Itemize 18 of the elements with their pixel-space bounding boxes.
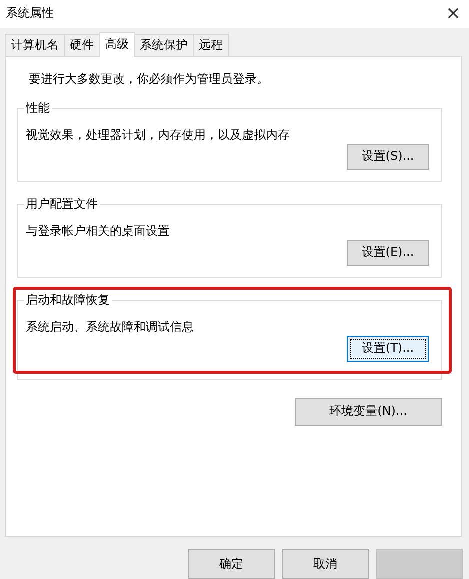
group-title: 性能 xyxy=(24,100,51,117)
group-title: 启动和故障恢复 xyxy=(25,292,111,309)
group-description: 视觉效果，处理器计划，内存使用，以及虚拟内存 xyxy=(26,126,291,144)
window-title: 系统属性 xyxy=(6,5,54,22)
tab[interactable]: 高级 xyxy=(99,32,135,57)
admin-notice: 要进行大多数更改，你必须作为管理员登录。 xyxy=(29,70,270,88)
group-description: 与登录帐户相关的桌面设置 xyxy=(26,222,171,240)
group-title: 用户配置文件 xyxy=(25,196,99,213)
group-description: 系统启动、系统故障和调试信息 xyxy=(26,318,195,336)
environment-variables-button[interactable]: 环境变量(N)... xyxy=(295,398,442,426)
tab[interactable]: 计算机名 xyxy=(5,34,65,56)
dialog-button[interactable]: 取消 xyxy=(282,549,369,579)
dialog-button[interactable]: 确定 xyxy=(188,549,275,579)
settings-button[interactable]: 设置(T)... xyxy=(347,336,429,362)
settings-button[interactable]: 设置(E)... xyxy=(347,240,429,266)
close-button[interactable]: × xyxy=(446,3,461,24)
settings-button[interactable]: 设置(S)... xyxy=(347,144,429,170)
tab[interactable]: 远程 xyxy=(193,34,229,56)
